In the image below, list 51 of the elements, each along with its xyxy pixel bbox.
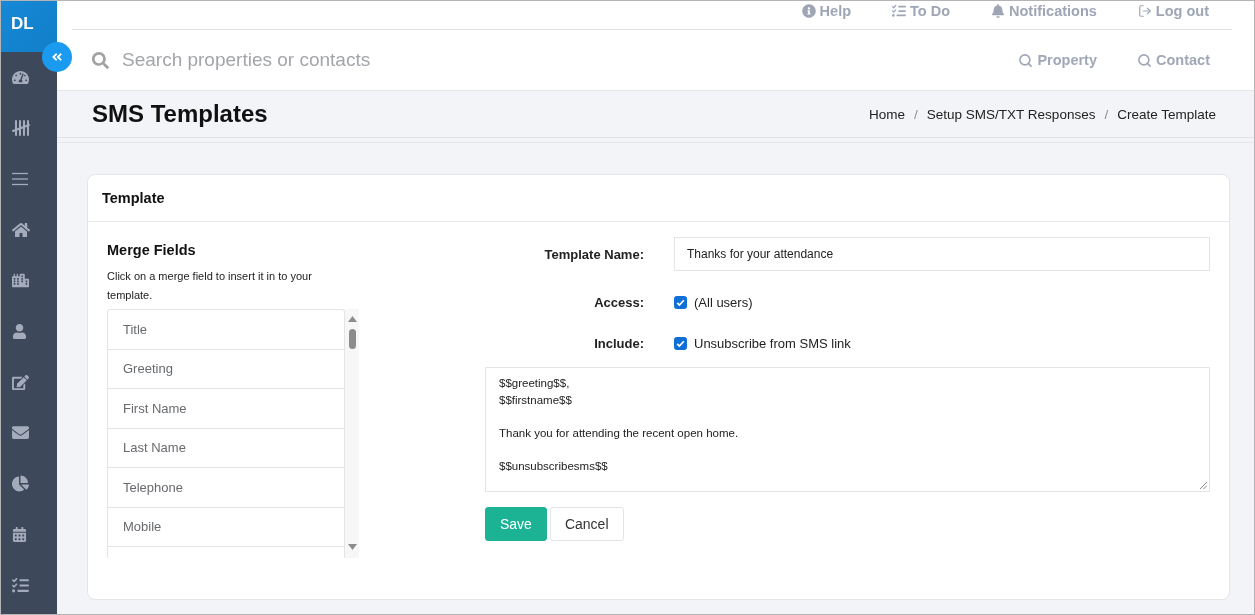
merge-field-item[interactable]: Telephone	[108, 468, 344, 508]
checklist-icon	[892, 3, 907, 18]
breadcrumb-separator: /	[1103, 106, 1110, 122]
merge-fields-title: Merge Fields	[107, 241, 197, 260]
resize-grip-icon[interactable]	[1200, 482, 1207, 489]
breadcrumb-separator: /	[913, 106, 919, 122]
info-icon	[801, 3, 816, 18]
user-icon[interactable]	[12, 323, 27, 339]
checkbox[interactable]	[674, 295, 687, 309]
card-title: Template	[102, 190, 165, 206]
page-title: SMS Templates	[92, 100, 268, 128]
checkbox[interactable]	[674, 336, 687, 350]
double-chevron-left-icon	[51, 51, 63, 63]
search-icon	[1137, 52, 1152, 68]
bell-icon	[991, 3, 1006, 18]
gauge-icon[interactable]	[12, 68, 29, 86]
breadcrumb-link[interactable]: Create Template	[1117, 106, 1216, 122]
cancel-button[interactable]: Cancel	[549, 507, 624, 541]
merge-field-item[interactable]: First Name	[108, 389, 344, 429]
breadcrumb-link[interactable]: Setup SMS/TXT Responses	[926, 106, 1096, 122]
home-icon[interactable]	[12, 220, 30, 239]
merge-field-item[interactable]: Title	[108, 310, 344, 350]
edit-icon[interactable]	[12, 373, 29, 391]
scrollbar[interactable]	[345, 309, 359, 558]
field-label: Include:	[593, 335, 644, 351]
merge-field-item[interactable]: Last Name	[108, 428, 344, 468]
merge-field-item[interactable]: Mobile	[108, 507, 344, 547]
search-icon	[1018, 52, 1034, 68]
field-label: Access:	[593, 294, 644, 310]
scroll-up-icon[interactable]	[347, 316, 357, 322]
scrollbar-thumb[interactable]	[348, 329, 356, 349]
calendar-icon[interactable]	[12, 527, 27, 543]
merge-fields-hint: Click on a merge field to insert it in to your template.	[107, 269, 313, 303]
menu-icon[interactable]	[12, 171, 28, 187]
scroll-down-icon[interactable]	[347, 544, 357, 550]
field-label: Template Name:	[543, 246, 644, 262]
building-icon[interactable]	[12, 272, 29, 290]
template-name-field[interactable]: Thanks for your attendance	[674, 237, 1210, 271]
message-field[interactable]: $$greeting$$, $$firstname$$ Thank you for attending the recent open home. $$unsubscribesms$$	[485, 367, 1210, 492]
search-icon	[92, 51, 109, 69]
app-logo[interactable]: DL	[1, 1, 57, 52]
checkbox-label: (All users)	[694, 294, 753, 310]
checkbox-label: Unsubscribe from SMS link	[694, 335, 851, 351]
message-text: $$greeting$$, $$firstname$$ Thank you for attending the recent open home. $$unsubscribesms$$	[499, 376, 740, 474]
merge-field-item[interactable]: Greeting	[108, 349, 344, 389]
checklist-icon[interactable]	[12, 576, 29, 594]
envelope-icon[interactable]	[12, 424, 29, 442]
logout-icon	[1137, 3, 1152, 18]
pie-chart-icon[interactable]	[12, 475, 29, 493]
breadcrumb-link[interactable]: Home	[869, 106, 906, 122]
tally-icon[interactable]	[12, 119, 30, 138]
